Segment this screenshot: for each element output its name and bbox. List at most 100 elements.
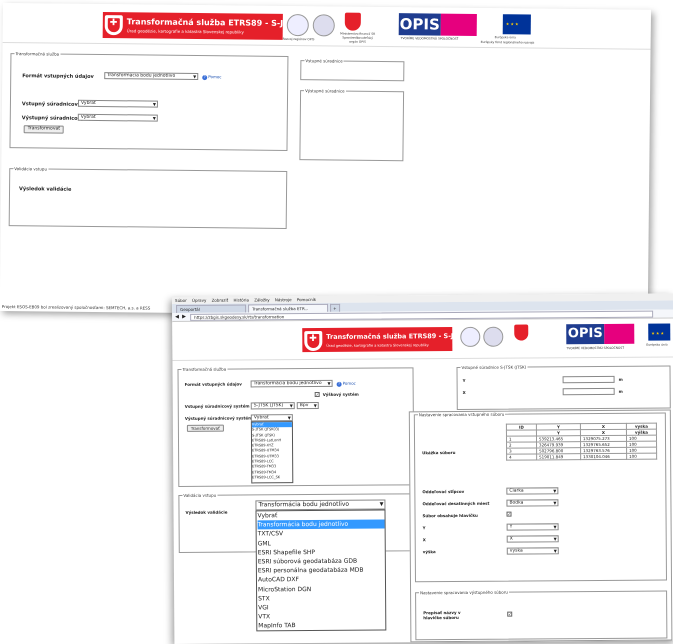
output-coords-legend: Výstupné súradnice xyxy=(305,88,345,94)
column-separator-label: Oddeľovač stĺpcov xyxy=(422,488,465,495)
eu-caption: Európska únia xyxy=(494,35,516,40)
overwrite-header-label: Prepísať názvy v hlavičke súboru xyxy=(423,609,461,621)
new-tab-button[interactable]: + xyxy=(330,303,341,312)
x-column-value: X xyxy=(509,536,513,542)
page-header: Transformačná služba ETRS89 - S-JTSK Úra… xyxy=(172,319,673,361)
y-column-value: Y xyxy=(509,524,513,530)
output-system-select[interactable]: Vybrať ▼ xyxy=(77,113,158,122)
chevron-down-icon: ▼ xyxy=(553,524,557,530)
help-link[interactable]: ? Pomoc xyxy=(202,74,222,81)
opis-logo-tail-icon xyxy=(604,323,635,344)
settings-panel: Nastavenie spracovania vstupného súboru … xyxy=(408,409,673,643)
list-item[interactable]: ETRS89-LCC_SK xyxy=(252,475,292,481)
cell: 1330104.046 xyxy=(580,453,627,460)
coord-y-input[interactable] xyxy=(562,375,615,384)
coord-x-label: X xyxy=(462,389,466,395)
chevron-down-icon: ▼ xyxy=(553,536,557,542)
input-system-select[interactable]: S-JTSK (JTSK) ▼ xyxy=(250,402,295,410)
overwrite-header-checkbox[interactable]: ✓ xyxy=(507,611,513,617)
column-separator-select[interactable]: Čiarka ▼ xyxy=(506,487,559,495)
output-system-listbox[interactable]: Vybrať S-JTSK (JTSK03) S-JTSK (JTSK) ETR… xyxy=(250,421,294,484)
height-unit-select[interactable]: Bpv ▼ xyxy=(296,401,319,410)
chevron-down-icon: ▼ xyxy=(152,101,156,107)
chevron-down-icon: ▼ xyxy=(553,500,557,506)
input-format-select[interactable]: Transformácia bodu jednotlivo ▼ xyxy=(250,379,333,388)
ministry-caption: Ministerstvo financií SR Sprostredkovate… xyxy=(340,31,376,44)
output-file-settings-legend: Nastavenie spracovania výstupného súboru xyxy=(420,589,508,596)
sample-table: ID Y X vyska Y X výška 1 539213.465 132907… xyxy=(506,423,657,461)
validation-result-label: Výsledok validácie xyxy=(185,509,228,515)
motto-caption: TVORÍME VEDOMOSTNÚ SPOLOČNOSŤ xyxy=(400,36,459,41)
ministry-logo-icon xyxy=(514,324,529,341)
menu-bookmarks[interactable]: Záložky xyxy=(254,297,269,302)
height-column-value: vyska xyxy=(509,548,523,554)
input-file-settings-legend: Nastavenie spracovania vstupného súboru xyxy=(418,411,505,418)
chevron-down-icon: ▼ xyxy=(289,403,293,409)
slovak-coat-of-arms-icon xyxy=(104,15,123,36)
cell: 519011.849 xyxy=(536,453,581,460)
help-label: Pomoc xyxy=(342,380,356,386)
menu-view[interactable]: Zobraziť xyxy=(212,298,229,303)
sample-label: Ukážka súboru xyxy=(422,450,456,456)
height-column-select[interactable]: vyska ▼ xyxy=(506,547,559,555)
validation-legend: Validácia vstupu xyxy=(14,166,48,172)
eu-fund-caption: Európsky fond regionálneho rozvoja xyxy=(480,40,535,45)
chevron-down-icon: ▼ xyxy=(553,488,557,494)
menu-tools[interactable]: Nástroje xyxy=(275,297,292,302)
transformation-legend: Transformačná služba xyxy=(182,366,227,372)
input-format-value: Transformácia bodu jednotlivo xyxy=(253,380,322,387)
banner-subtitle: Úrad geodézie, kartografie a katastra Sl… xyxy=(126,28,244,35)
output-system-value: Vybrať xyxy=(253,415,269,421)
decimal-separator-label: Oddeľovač desatinných miest xyxy=(422,500,490,507)
file-format-listbox[interactable]: Vybrať Transformácia bodu jednotlivo TXT… xyxy=(255,509,387,632)
input-system-select[interactable]: Vybrať ▼ xyxy=(77,99,158,108)
x-column-select[interactable]: X ▼ xyxy=(506,535,559,543)
menu-edit[interactable]: Úpravy xyxy=(192,298,206,303)
back-icon[interactable]: ◀ xyxy=(175,314,179,320)
banner-subtitle: Úrad geodézie, kartografie a katastra Sl… xyxy=(326,343,429,348)
coord-x-input[interactable] xyxy=(562,387,615,396)
menu-history[interactable]: História xyxy=(233,297,248,302)
chevron-down-icon: ▼ xyxy=(313,402,317,409)
eu-flag-icon xyxy=(502,14,531,35)
help-link[interactable]: ? Pomoc xyxy=(336,380,356,387)
menu-file[interactable]: Súbor xyxy=(175,298,187,303)
ministry-logo-icon xyxy=(344,12,361,31)
transform-button[interactable]: Transformovať xyxy=(186,424,224,432)
output-system-value: Vybrať xyxy=(80,114,96,120)
region-logo-icon xyxy=(286,13,309,37)
opis-logo: OPIS xyxy=(566,323,605,345)
output-coords-fieldset: Výstupné súradnice xyxy=(299,88,405,162)
height-unit-value: Bpv xyxy=(299,403,309,409)
chevron-down-icon: ▼ xyxy=(287,415,291,421)
tab-transformation-label: Transformačná služba ETR... xyxy=(252,306,309,312)
list-item[interactable]: MapInfo TAB xyxy=(258,621,385,631)
tab-geoportal-label: Geoportál xyxy=(180,306,200,312)
help-icon: ? xyxy=(202,75,208,81)
decimal-separator-select[interactable]: Bodka ▼ xyxy=(506,499,559,507)
help-icon: ? xyxy=(336,381,342,387)
decimal-separator-value: Bodka xyxy=(509,500,524,506)
cell: 100 xyxy=(626,453,657,460)
output-system-label: Výstupný súradnicový systém xyxy=(184,415,253,421)
column-separator-value: Čiarka xyxy=(509,488,524,494)
y-column-select[interactable]: Y ▼ xyxy=(506,523,559,531)
screenshot-initial: Transformačná služba ETRS89 - S-JTSK Úra… xyxy=(0,3,651,318)
chevron-down-icon: ▼ xyxy=(152,115,156,121)
chevron-down-icon: ▼ xyxy=(193,73,197,80)
region-logo-icon xyxy=(460,326,481,347)
input-coords-legend: Vstupné súradnice xyxy=(305,58,343,64)
input-format-select[interactable]: Transformácia bodu jednotlivo ▼ xyxy=(104,72,199,81)
x-column-label: X xyxy=(422,537,426,543)
eu-caption: Európska únia xyxy=(646,342,668,347)
chevron-down-icon: ▼ xyxy=(327,380,331,386)
eu-flag-icon xyxy=(648,323,671,341)
height-system-checkbox[interactable]: ✓ xyxy=(314,391,320,398)
service-banner: Transformačná služba ETRS89 - S-JTSK Úra… xyxy=(302,327,467,353)
emblem-logo-icon xyxy=(312,14,335,37)
forward-icon[interactable]: ▶ xyxy=(182,314,186,320)
header-checkbox[interactable]: ✓ xyxy=(506,511,512,517)
menu-help[interactable]: Pomocník xyxy=(297,297,316,302)
height-column-label: výška xyxy=(422,549,436,555)
transform-button[interactable]: Transformovať xyxy=(23,125,65,134)
